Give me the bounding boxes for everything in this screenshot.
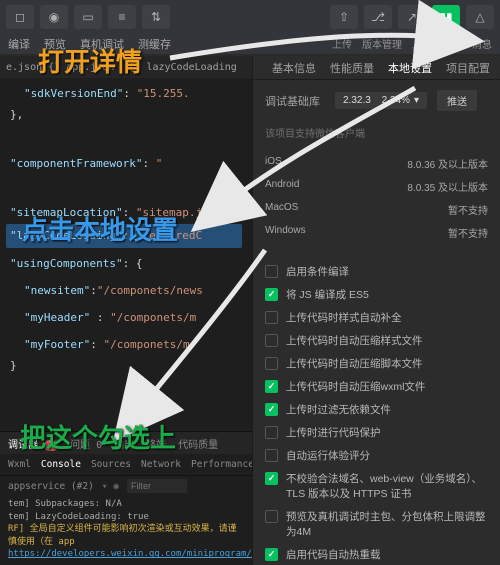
tab-local[interactable]: 本地设置	[388, 60, 432, 76]
upload-icon[interactable]: ⇧	[330, 5, 358, 29]
setting-label: 上传时进行代码保护	[286, 425, 381, 440]
platform-row: Android8.0.35 及以上版本	[265, 175, 488, 198]
subtab-perf[interactable]: Performance	[191, 459, 252, 470]
setting-row[interactable]: 将 JS 编译成 ES5	[265, 283, 488, 306]
setting-row[interactable]: 上传时过滤无依赖文件	[265, 398, 488, 421]
setting-label: 上传时过滤无依赖文件	[286, 402, 391, 417]
tab-perf[interactable]: 性能质量	[330, 60, 374, 76]
subtab-sources[interactable]: Sources	[91, 459, 131, 470]
arrows-icon[interactable]: ⇅	[142, 5, 170, 29]
checkbox[interactable]	[265, 334, 278, 347]
log-warn: RF] 全局自定义组件可能影响初次渲染或互动效果，请谨慎使用（在 app	[8, 523, 244, 548]
log-line: tem] LazyCodeLoading: true	[8, 511, 244, 524]
right-panel: 基本信息 性能质量 本地设置 项目配置 调试基础库 2.32.3 2.34% ▾…	[252, 56, 500, 565]
top-toolbar: ◻ ◉ ▭ ≡ ⇅ ⇧ ⎇ ↗ ▮▮ △	[0, 0, 500, 34]
tab-debugger[interactable]: 调试器 1	[8, 436, 58, 451]
label-upload2: 上传	[412, 36, 432, 51]
platform-row: Windows暂不支持	[265, 221, 488, 244]
breadcrumb: {} app.json › {} lazyCodeLoading	[48, 62, 237, 73]
setting-label: 将 JS 编译成 ES5	[286, 287, 369, 302]
checkbox[interactable]	[265, 311, 278, 324]
checkbox[interactable]	[265, 265, 278, 278]
top-right-labels: 上传 版本管理 上传 详情 消息	[332, 36, 492, 51]
checkbox[interactable]	[265, 288, 278, 301]
setting-row[interactable]: 启用代码自动热重载	[265, 543, 488, 565]
setting-row[interactable]: 上传代码时样式自动补全	[265, 306, 488, 329]
code-content: "sdkVersionEnd": "15.255. }, "componentF…	[0, 78, 252, 383]
log-line: tem] Subpackages: N/A	[8, 498, 244, 511]
platform-row: MacOS暂不支持	[265, 198, 488, 221]
platform-list: iOS8.0.36 及以上版本Android8.0.35 及以上版本MacOS暂…	[253, 148, 500, 254]
menu-cache[interactable]: 测缓存	[138, 36, 171, 52]
setting-label: 不校验合法域名、web-view（业务域名）、TLS 版本以及 HTTPS 证书	[286, 471, 488, 501]
setting-row[interactable]: 上传代码时自动压缩脚本文件	[265, 352, 488, 375]
compile-icon[interactable]: ◻	[6, 5, 34, 29]
tab-project[interactable]: 项目配置	[446, 60, 490, 76]
setting-row[interactable]: 上传时进行代码保护	[265, 421, 488, 444]
branch-icon[interactable]: ⎇	[364, 5, 392, 29]
menu-realdevice[interactable]: 真机调试	[80, 36, 124, 52]
setting-row[interactable]: 上传代码时自动压缩样式文件	[265, 329, 488, 352]
checkbox[interactable]	[265, 426, 278, 439]
settings-checklist: 启用条件编译将 JS 编译成 ES5 上传代码时样式自动补全上传代码时自动压缩样式…	[253, 254, 500, 565]
checkbox[interactable]	[265, 510, 278, 523]
client-hint: 该项目支持微信客户端	[253, 121, 500, 148]
menu-preview[interactable]: 预览	[44, 36, 66, 52]
setting-label: 启用条件编译	[286, 264, 349, 279]
tab-output[interactable]: 输出	[114, 436, 134, 451]
label-upload: 上传	[332, 36, 352, 51]
subtab-console[interactable]: Console	[41, 459, 81, 470]
file-tab[interactable]: e.json	[6, 62, 42, 73]
checkbox[interactable]	[265, 548, 278, 561]
code-editor[interactable]: e.json {} app.json › {} lazyCodeLoading …	[0, 56, 252, 565]
setting-row[interactable]: 预览及真机调试时主包、分包体积上限调整为4M	[265, 505, 488, 543]
filter-input[interactable]	[127, 479, 187, 493]
details-button[interactable]: ▮▮	[432, 5, 460, 29]
tab-problems[interactable]: 问题 0	[70, 436, 102, 451]
export-icon[interactable]: ↗	[398, 5, 426, 29]
setting-row[interactable]: 上传代码时自动压缩wxml文件	[265, 375, 488, 398]
checkbox[interactable]	[265, 380, 278, 393]
checkbox[interactable]	[265, 403, 278, 416]
subtab-wxml[interactable]: Wxml	[8, 459, 31, 470]
setting-row[interactable]: 自动运行体验评分	[265, 444, 488, 467]
label-version: 版本管理	[362, 36, 402, 51]
devtools-console: 调试器 1 问题 0 输出 终端 代码质量 Wxml Console Sourc…	[0, 431, 252, 565]
log-link[interactable]: https://developers.weixin.qq.com/minipro…	[8, 548, 244, 561]
setting-label: 上传代码时自动压缩脚本文件	[286, 356, 423, 371]
setting-label: 启用代码自动热重载	[286, 547, 381, 562]
service-select[interactable]: appservice (#2)	[8, 481, 94, 492]
tab-basic[interactable]: 基本信息	[272, 60, 316, 76]
push-button[interactable]: 推送	[437, 90, 477, 111]
cache-icon[interactable]: ≡	[108, 5, 136, 29]
lib-version-select[interactable]: 2.32.3 2.34% ▾	[335, 92, 427, 109]
tab-terminal[interactable]: 终端	[146, 436, 166, 451]
platform-row: iOS8.0.36 及以上版本	[265, 152, 488, 175]
label-details: 详情	[442, 36, 462, 51]
checkbox[interactable]	[265, 357, 278, 370]
setting-label: 自动运行体验评分	[286, 448, 370, 463]
checkbox[interactable]	[265, 449, 278, 462]
editor-tabs: e.json {} app.json › {} lazyCodeLoading	[0, 56, 252, 78]
debug-base-label: 调试基础库	[265, 93, 325, 109]
tab-quality[interactable]: 代码质量	[178, 436, 218, 451]
preview-icon[interactable]: ◉	[40, 5, 68, 29]
setting-row[interactable]: 启用条件编译	[265, 260, 488, 283]
setting-label: 上传代码时自动压缩wxml文件	[286, 379, 425, 394]
checkbox[interactable]	[265, 472, 278, 485]
menu-compile[interactable]: 编译	[8, 36, 30, 52]
setting-label: 上传代码时自动压缩样式文件	[286, 333, 423, 348]
setting-label: 预览及真机调试时主包、分包体积上限调整为4M	[286, 509, 488, 539]
label-messages: 消息	[472, 36, 492, 51]
subtab-network[interactable]: Network	[141, 459, 181, 470]
bell-icon[interactable]: △	[466, 5, 494, 29]
setting-row[interactable]: 不校验合法域名、web-view（业务域名）、TLS 版本以及 HTTPS 证书	[265, 467, 488, 505]
phone-icon[interactable]: ▭	[74, 5, 102, 29]
setting-label: 上传代码时样式自动补全	[286, 310, 402, 325]
